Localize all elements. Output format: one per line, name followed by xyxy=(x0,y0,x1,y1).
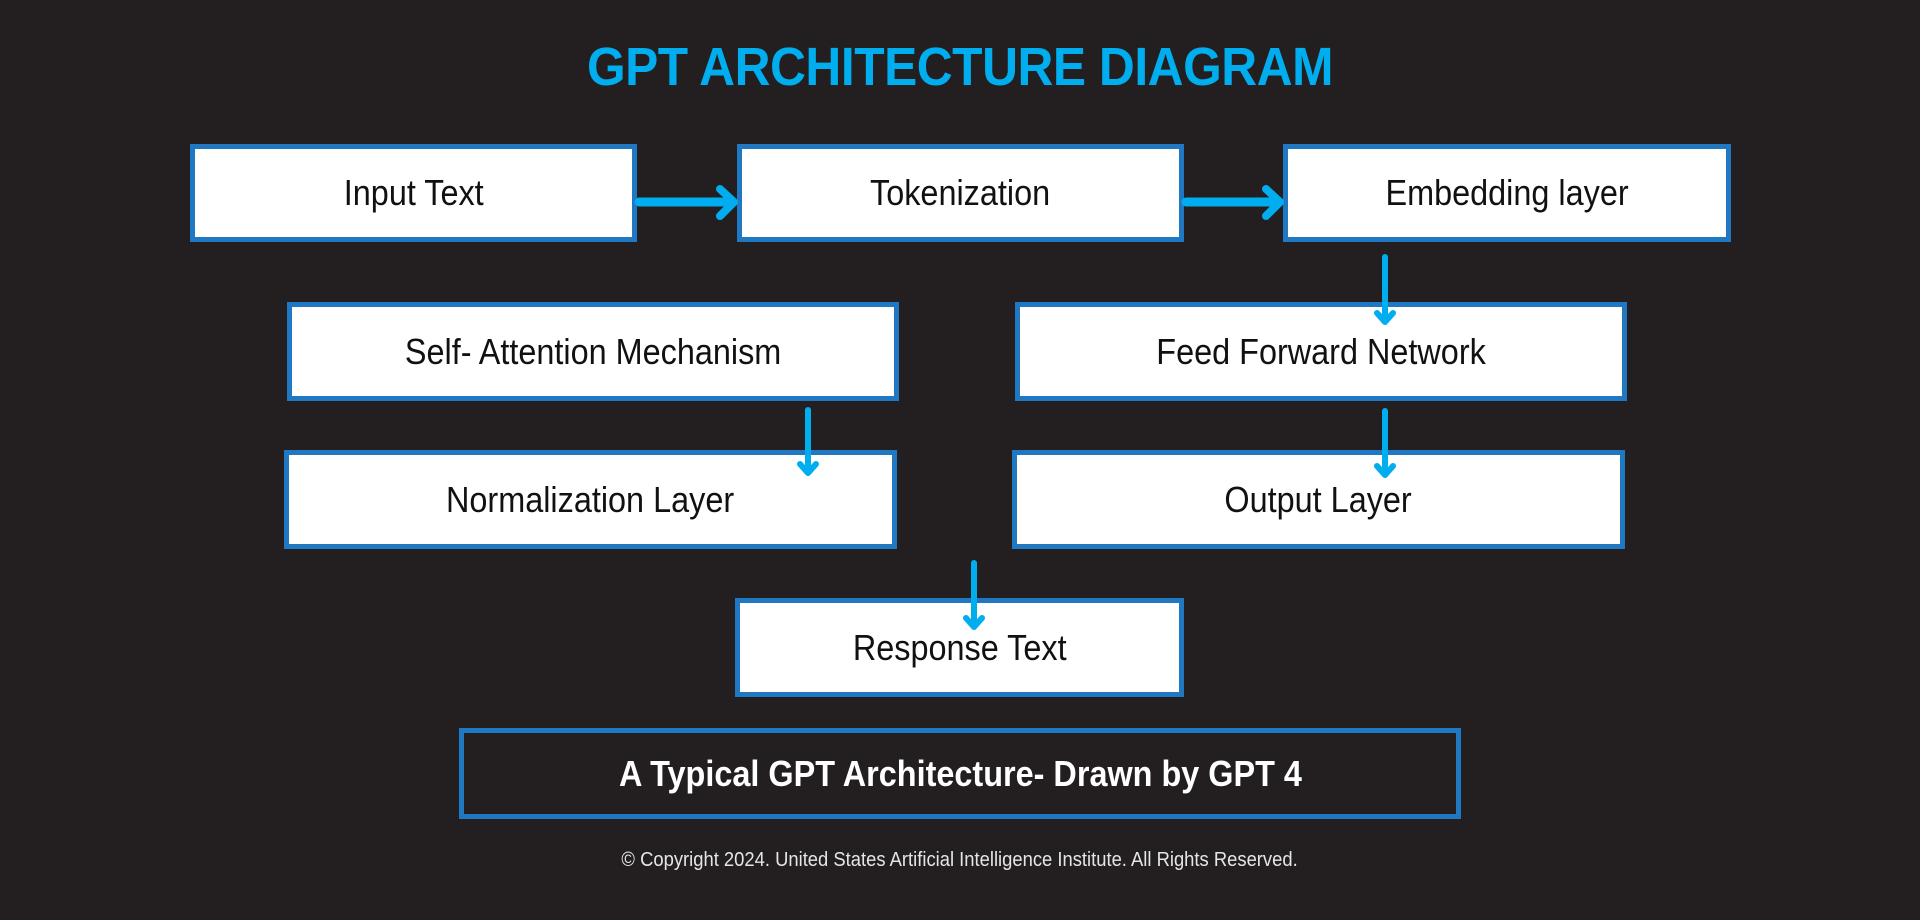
arrow-input-to-tokenization xyxy=(634,185,738,220)
node-tokenization: Tokenization xyxy=(737,144,1184,242)
copyright-footer: © Copyright 2024. United States Artifici… xyxy=(0,849,1920,872)
caption-text: A Typical GPT Architecture- Drawn by GPT… xyxy=(618,752,1302,794)
node-normalization-layer: Normalization Layer xyxy=(284,450,897,549)
node-embedding-layer: Embedding layer xyxy=(1283,144,1731,242)
node-self-attention: Self- Attention Mechanism xyxy=(287,302,899,401)
node-input-text: Input Text xyxy=(190,144,637,242)
node-label: Normalization Layer xyxy=(446,478,735,520)
node-label: Self- Attention Mechanism xyxy=(404,330,782,372)
diagram-title: GPT ARCHITECTURE DIAGRAM xyxy=(586,37,1334,97)
caption-box: A Typical GPT Architecture- Drawn by GPT… xyxy=(459,728,1461,819)
node-label: Input Text xyxy=(343,172,484,213)
node-label: Tokenization xyxy=(870,172,1051,213)
node-feed-forward-network: Feed Forward Network xyxy=(1015,302,1627,401)
node-label: Response Text xyxy=(852,626,1067,668)
node-label: Embedding layer xyxy=(1385,172,1629,213)
node-label: Feed Forward Network xyxy=(1156,330,1486,372)
copyright-text: © Copyright 2024. United States Artifici… xyxy=(621,849,1299,871)
node-output-layer: Output Layer xyxy=(1012,450,1625,549)
node-label: Output Layer xyxy=(1224,478,1413,520)
arrow-tokenization-to-embedding xyxy=(1181,185,1284,220)
node-response-text: Response Text xyxy=(735,598,1184,697)
